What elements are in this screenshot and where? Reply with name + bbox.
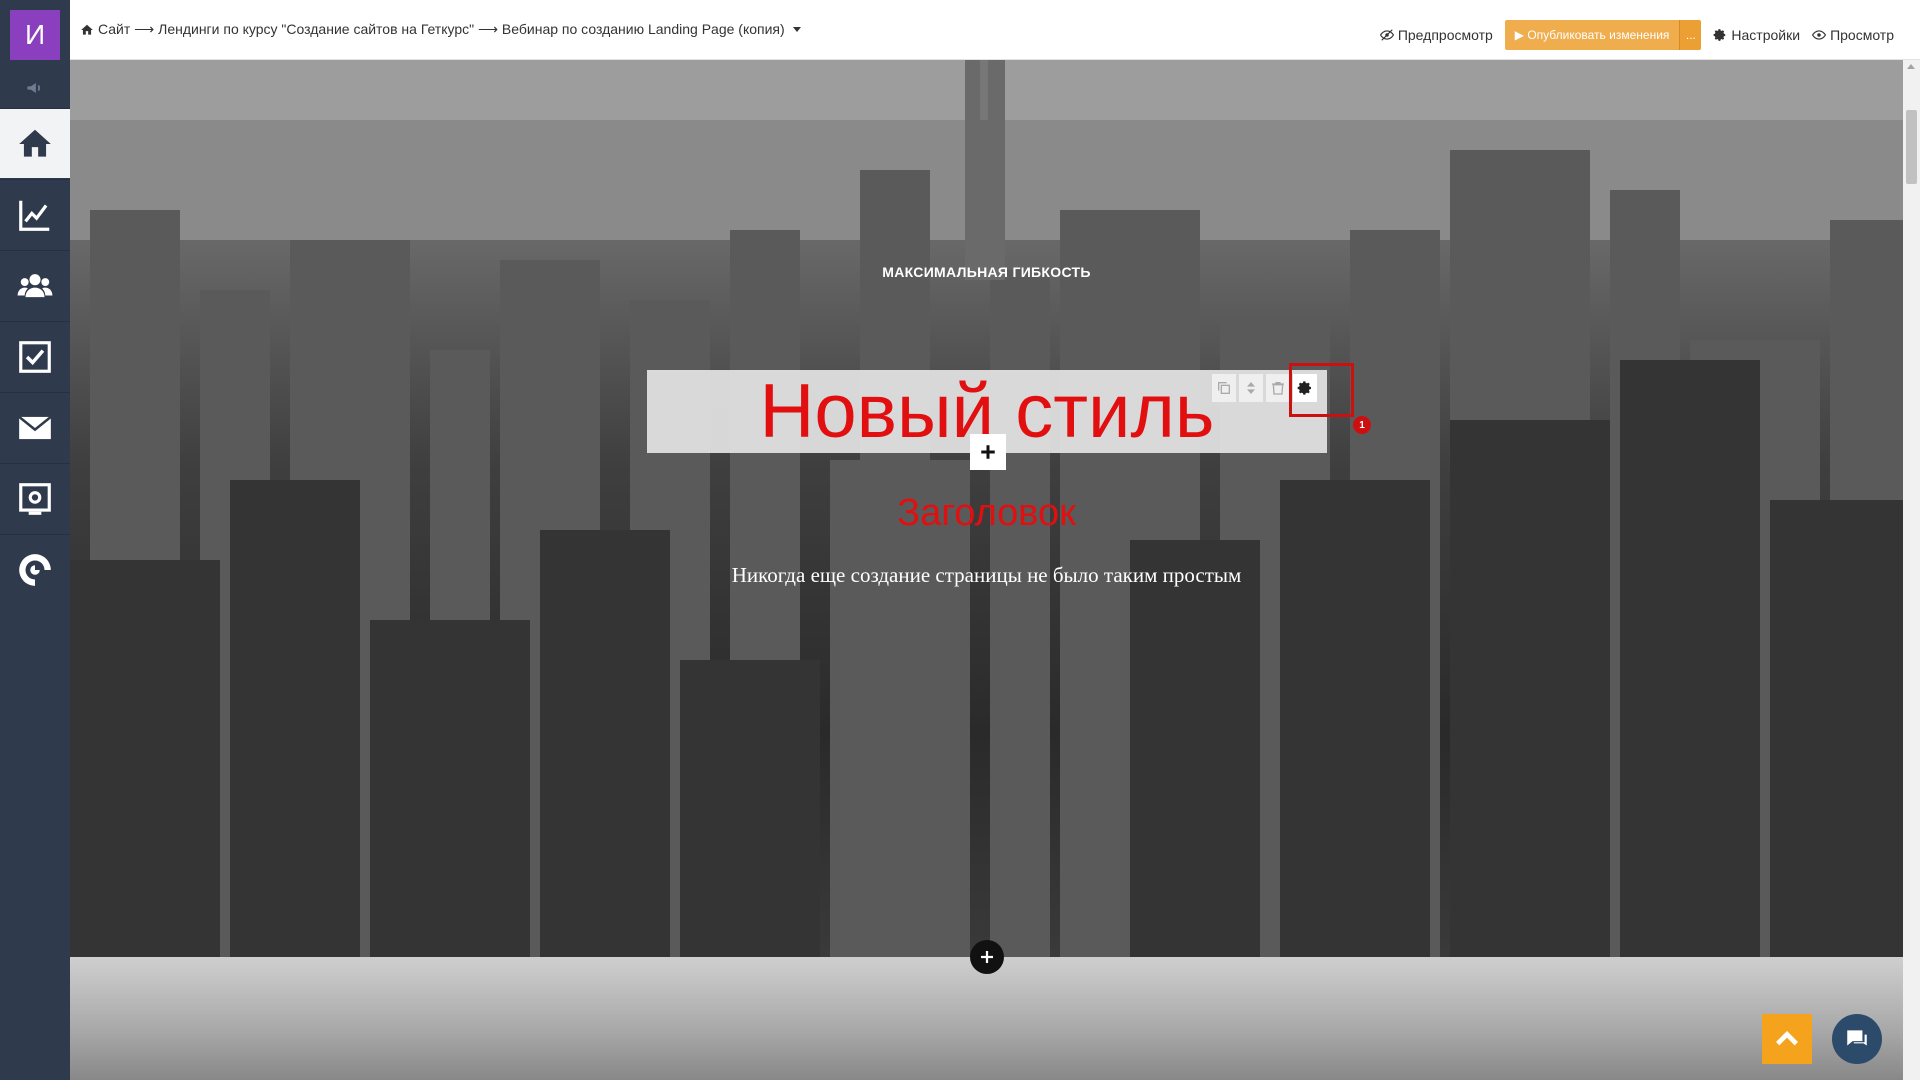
chat-bubbles-icon bbox=[1847, 1030, 1867, 1046]
eye-slash-icon bbox=[1379, 29, 1394, 41]
scroll-to-top-button[interactable] bbox=[1762, 1014, 1812, 1064]
sidebar-item-users[interactable] bbox=[0, 250, 70, 320]
scroll-thumb[interactable] bbox=[1906, 110, 1917, 184]
add-section-button[interactable] bbox=[970, 940, 1004, 974]
breadcrumb-text[interactable]: Сайт ⟶ Лендинги по курсу "Создание сайто… bbox=[98, 21, 785, 38]
breadcrumb[interactable]: Сайт ⟶ Лендинги по курсу "Создание сайто… bbox=[80, 21, 801, 38]
preview-label: Предпросмотр bbox=[1397, 27, 1493, 43]
page-canvas: МАКСИМАЛЬНАЯ ГИБКОСТЬ Новый стиль 1 Заго… bbox=[70, 60, 1903, 1080]
sidebar-item-getcourse[interactable] bbox=[0, 534, 70, 604]
annotation-badge: 1 bbox=[1353, 416, 1371, 434]
users-icon bbox=[17, 273, 53, 297]
sort-arrows-icon bbox=[1247, 382, 1255, 394]
plus-icon bbox=[981, 445, 995, 459]
copy-icon bbox=[1218, 382, 1230, 394]
view-link[interactable]: Просмотр bbox=[1812, 27, 1894, 43]
avatar[interactable]: И bbox=[10, 10, 60, 60]
sidebar-item-home[interactable] bbox=[0, 108, 70, 178]
chat-button[interactable] bbox=[1832, 1014, 1882, 1064]
add-block-button[interactable] bbox=[970, 434, 1006, 470]
view-label: Просмотр bbox=[1830, 27, 1894, 43]
move-block-button[interactable] bbox=[1239, 374, 1263, 402]
sidebar-item-settings[interactable] bbox=[0, 463, 70, 533]
sidebar: И bbox=[0, 0, 70, 1080]
hero-section[interactable]: МАКСИМАЛЬНАЯ ГИБКОСТЬ Новый стиль 1 Заго… bbox=[70, 60, 1903, 957]
publish-more-button[interactable]: ... bbox=[1679, 20, 1702, 50]
home-icon bbox=[19, 129, 51, 157]
hero-heading[interactable]: Заголовок bbox=[70, 492, 1903, 535]
scroll-up-arrow-icon[interactable] bbox=[1907, 64, 1915, 69]
trash-icon bbox=[1272, 382, 1284, 395]
sidebar-item-messages[interactable] bbox=[0, 392, 70, 462]
chevron-up-icon bbox=[1776, 1031, 1798, 1046]
hero-kicker[interactable]: МАКСИМАЛЬНАЯ ГИБКОСТЬ bbox=[70, 264, 1903, 280]
eye-icon bbox=[1812, 30, 1827, 40]
megaphone-icon[interactable] bbox=[0, 72, 70, 104]
monitor-gear-icon bbox=[19, 482, 51, 515]
getcourse-logo-icon bbox=[19, 553, 51, 586]
plus-icon bbox=[981, 951, 993, 963]
settings-label: Настройки bbox=[1731, 27, 1801, 43]
chevron-down-icon[interactable] bbox=[792, 27, 801, 32]
preview-link[interactable]: Предпросмотр bbox=[1379, 27, 1493, 43]
settings-link[interactable]: Настройки bbox=[1713, 27, 1800, 43]
scrollbar[interactable] bbox=[1903, 60, 1920, 1080]
copy-block-button[interactable] bbox=[1212, 374, 1236, 402]
gear-icon bbox=[1713, 29, 1726, 41]
top-bar: Сайт ⟶ Лендинги по курсу "Создание сайто… bbox=[70, 0, 1920, 60]
checkbox-icon bbox=[19, 340, 51, 373]
home-icon bbox=[81, 24, 93, 35]
envelope-icon bbox=[18, 415, 52, 439]
hero-subtitle[interactable]: Никогда еще создание страницы не было та… bbox=[70, 563, 1903, 588]
chart-icon bbox=[19, 200, 50, 231]
sidebar-item-tasks[interactable] bbox=[0, 321, 70, 391]
sidebar-item-analytics[interactable] bbox=[0, 179, 70, 249]
second-section[interactable] bbox=[70, 957, 1903, 1080]
delete-block-button[interactable] bbox=[1266, 374, 1290, 402]
highlight-box bbox=[1289, 363, 1354, 417]
publish-button[interactable]: ▶ Опубликовать изменения bbox=[1504, 20, 1680, 50]
